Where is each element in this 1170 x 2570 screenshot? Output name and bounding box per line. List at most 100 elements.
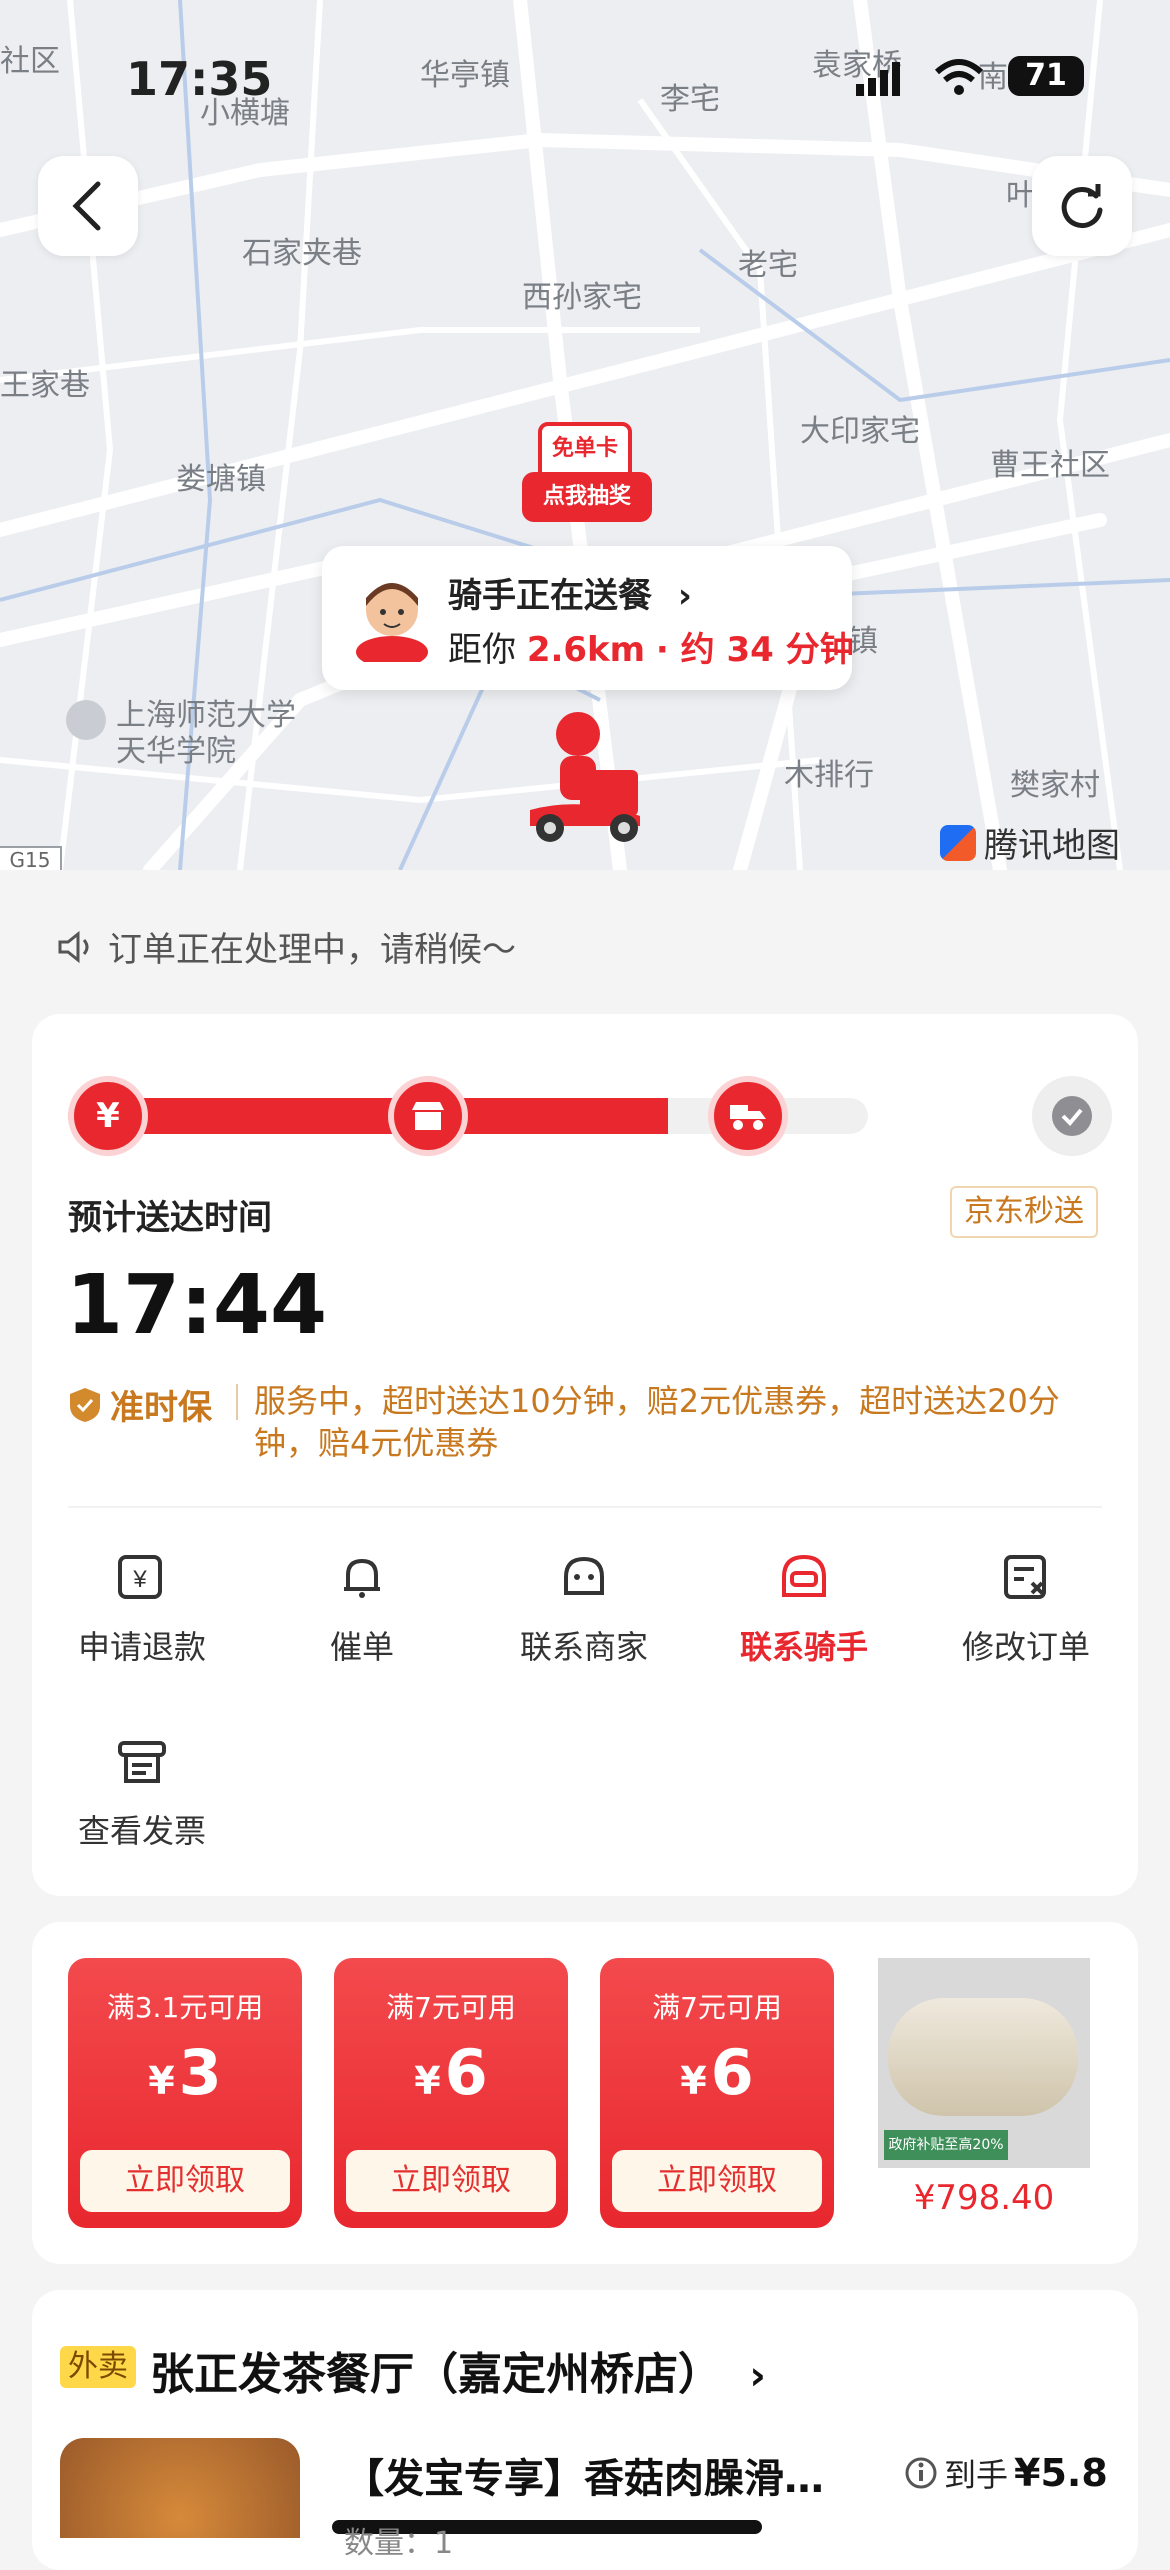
rider-avatar [352,572,432,662]
rider-status-text: 骑手正在送餐 [448,576,652,616]
map-place-label: 华亭镇 [420,58,510,93]
item-name: 【发宝专享】香菇肉臊滑… [344,2456,824,2502]
dish-image[interactable] [60,2438,300,2538]
item-price: 到手 ¥5.8 [904,2450,1108,2496]
map-view[interactable]: 华亭镇 李宅 袁家桥 南 小横塘 叶 石家夹巷 老宅 西孙家宅 王家巷 大印家宅… [0,0,1170,870]
chevron-right-icon: › [749,2353,766,2399]
refund-button[interactable]: ¥ 申请退款 [52,1542,232,1668]
map-place-label: 西孙家宅 [522,280,642,315]
coupon-item[interactable]: 满3.1元可用 ¥3 立即领取 [68,1958,302,2228]
rider-helmet-icon [782,1554,826,1597]
map-place-label: 王家巷 [0,368,90,403]
action-label: 申请退款 [77,1628,206,1666]
map-place-label: 李宅 [660,82,720,117]
coupon-currency: ¥ [414,2059,441,2103]
edit-order-button[interactable]: 修改订单 [936,1542,1116,1668]
distance-prefix: 距你 [448,630,516,670]
claim-button[interactable]: 立即领取 [80,2150,290,2212]
svg-text:¥: ¥ [132,1566,147,1593]
lottery-button[interactable]: 点我抽奖 [522,472,652,522]
coupon-item[interactable]: 满7元可用 ¥6 立即领取 [600,1958,834,2228]
map-place-label: 曹王社区 [990,448,1110,483]
coupon-amount: 3 [178,2036,222,2109]
subsidy-badge: 政府补贴至高20% [884,2130,1008,2160]
map-place-label: 樊家村 [1010,768,1100,803]
coupon-amount: 6 [444,2036,488,2109]
highway-shield: G15 [0,846,62,870]
refresh-icon [1061,184,1103,228]
claim-button[interactable]: 立即领取 [346,2150,556,2212]
contact-rider-button[interactable]: 联系骑手 [714,1542,894,1668]
notice-text: 订单正在处理中，请稍候～ [108,930,516,970]
coupon-item[interactable]: 满7元可用 ¥6 立即领取 [334,1958,568,2228]
refund-icon: ¥ [118,1555,162,1599]
map-place-label: 木排行 [784,758,874,793]
map-place-label: 大印家宅 [800,414,920,449]
progress-fill [68,1098,668,1134]
divider [68,1506,1102,1508]
invoice-icon [118,1741,166,1783]
step-done-icon [1032,1076,1112,1156]
store-name-text: 张正发茶餐厅（嘉定州桥店） [150,2349,722,2400]
shield-check-icon [70,1387,100,1422]
distance-value: 2.6km [526,630,646,670]
service-tag: 京东秒送 [950,1186,1098,1238]
coupon-amount: 6 [710,2036,754,2109]
divider [236,1384,238,1420]
tencent-map-logo-icon [940,824,976,861]
edit-order-icon [1004,1555,1046,1599]
action-label: 查看发票 [77,1812,206,1850]
order-item-card[interactable]: 外卖 张正发茶餐厅（嘉定州桥店） › 【发宝专享】香菇肉臊滑… 数量：1 到手 … [32,2290,1138,2570]
rider-distance-line: 距你 2.6km · 约 34 分钟 [448,622,854,671]
battery-indicator: 71 [1008,56,1084,96]
chevron-right-icon: › [677,576,692,616]
water-heater-image [888,1998,1078,2116]
bell-icon [344,1558,380,1598]
claim-button[interactable]: 立即领取 [612,2150,822,2212]
rider-status-bubble[interactable]: 骑手正在送餐 › 距你 2.6km · 约 34 分钟 [322,546,854,690]
ontime-guarantee[interactable]: 准时保 [68,1380,212,1429]
ontime-description: 服务中，超时送达10分钟，赔2元优惠券，超时送达20分钟，赔4元优惠券 [254,1382,1060,1462]
contact-store-button[interactable]: 联系商家 [494,1542,674,1668]
coupon-condition: 满3.1元可用 [106,1991,264,2024]
map-place-label: 石家夹巷 [242,236,362,271]
info-icon[interactable] [904,2456,938,2490]
invoice-button[interactable]: 查看发票 [52,1726,232,1852]
signal-icon [856,60,900,96]
action-label: 联系骑手 [739,1628,868,1666]
action-label: 修改订单 [961,1628,1090,1666]
speaker-icon [58,930,89,963]
takeout-tag: 外卖 [60,2346,136,2388]
step-paid-icon: ¥ [68,1076,148,1156]
status-time: 17:35 [126,52,273,106]
product-ad-price: ¥798.40 [913,2178,1055,2218]
product-ad-image[interactable]: 政府补贴至高20% [878,1958,1090,2168]
store-name[interactable]: 张正发茶餐厅（嘉定州桥店） › [150,2338,766,2402]
item-qty: 数量：1 [344,2526,454,2561]
coupon-currency: ¥ [680,2059,707,2103]
map-place-label: 老宅 [738,248,798,283]
price-value: ¥5.8 [1014,2451,1108,2495]
wifi-icon [934,58,984,100]
map-place-label: 社区 [0,44,60,79]
store-chat-icon [564,1556,604,1595]
price-prefix: 到手 [944,2456,1009,2494]
chevron-left-icon [72,181,101,231]
coupon-condition: 满7元可用 [652,1991,782,2024]
order-notice: 订单正在处理中，请稍候～ [56,922,516,971]
urge-button[interactable]: 催单 [272,1542,452,1668]
map-brand: 腾讯地图 [940,818,1120,867]
step-store-icon [388,1076,468,1156]
map-place-label: 天华学院 [116,734,236,769]
action-label: 联系商家 [519,1628,648,1666]
rider-scooter-icon [520,700,650,850]
action-label: 催单 [329,1628,394,1666]
back-button[interactable] [38,156,138,256]
refresh-button[interactable] [1032,156,1132,256]
step-delivery-icon [708,1076,788,1156]
coupon-currency: ¥ [148,2059,175,2103]
eta-label: 预计送达时间 [68,1198,272,1238]
map-place-label: 娄塘镇 [176,462,266,497]
eta-time: 17:44 [66,1258,328,1353]
university-poi-icon [66,700,106,740]
